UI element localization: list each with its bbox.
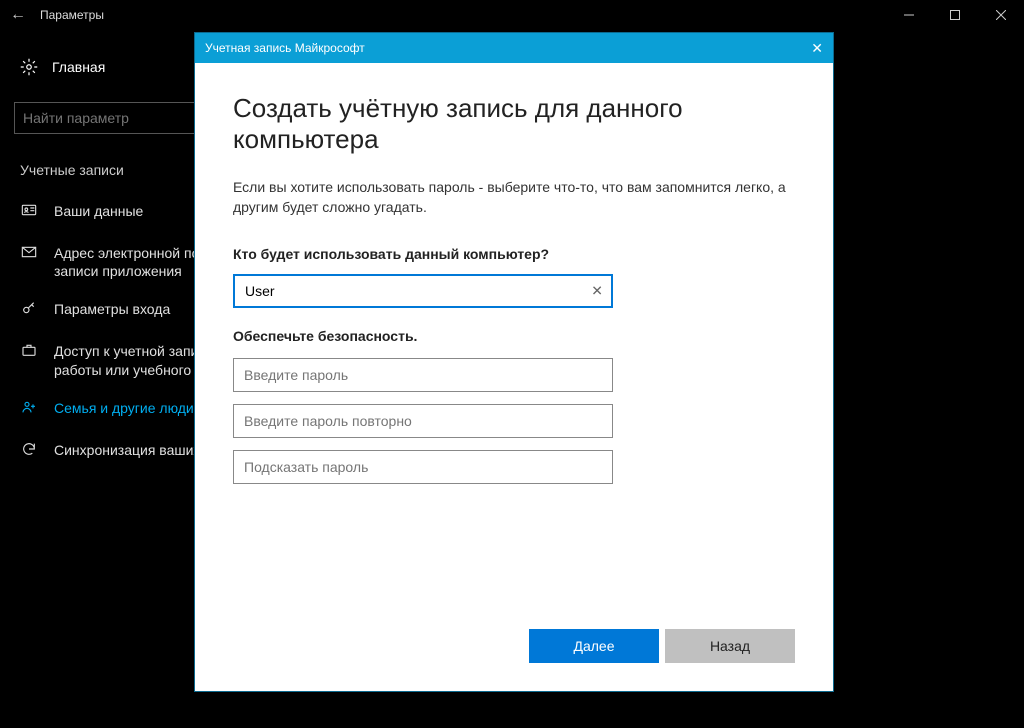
dialog-titlebar: Учетная запись Майкрософт ✕: [195, 33, 833, 63]
password-confirm-input[interactable]: [234, 405, 612, 437]
username-field-container: ✕: [233, 274, 613, 308]
person-card-icon: [20, 202, 38, 218]
page-description: Если вы хотите использовать пароль - выб…: [233, 177, 795, 218]
gear-icon: [20, 58, 38, 76]
security-label: Обеспечьте безопасность.: [233, 328, 795, 344]
home-label: Главная: [52, 59, 105, 75]
password-hint-input[interactable]: [234, 451, 612, 483]
app-titlebar: ← Параметры: [0, 0, 1024, 30]
sync-icon: [20, 441, 38, 457]
key-icon: [20, 300, 38, 316]
briefcase-icon: [20, 342, 38, 358]
username-input[interactable]: [235, 276, 611, 306]
people-add-icon: [20, 399, 38, 415]
password-confirm-field-container: [233, 404, 613, 438]
close-button[interactable]: [978, 0, 1024, 30]
back-icon[interactable]: ←: [10, 6, 26, 24]
dialog-title: Учетная запись Майкрософт: [205, 41, 365, 55]
page-title: Создать учётную запись для данного компь…: [233, 93, 795, 155]
back-button[interactable]: Назад: [665, 629, 795, 663]
sidebar-item-label: Параметры входа: [54, 300, 170, 318]
sidebar-item-label: Ваши данные: [54, 202, 143, 220]
dialog-body: Создать учётную запись для данного компь…: [195, 63, 833, 629]
sidebar-item-label: Семья и другие люди: [54, 399, 194, 417]
password-field-container: [233, 358, 613, 392]
window-title: Параметры: [40, 8, 104, 22]
email-icon: [20, 244, 38, 260]
close-icon[interactable]: ✕: [811, 40, 823, 57]
password-hint-field-container: [233, 450, 613, 484]
maximize-button[interactable]: [932, 0, 978, 30]
next-button[interactable]: Далее: [529, 629, 659, 663]
window-controls: [886, 0, 1024, 30]
password-input[interactable]: [234, 359, 612, 391]
account-dialog: Учетная запись Майкрософт ✕ Создать учёт…: [194, 32, 834, 692]
dialog-footer: Далее Назад: [195, 629, 833, 691]
username-label: Кто будет использовать данный компьютер?: [233, 246, 795, 262]
clear-icon[interactable]: ✕: [591, 282, 603, 299]
minimize-button[interactable]: [886, 0, 932, 30]
